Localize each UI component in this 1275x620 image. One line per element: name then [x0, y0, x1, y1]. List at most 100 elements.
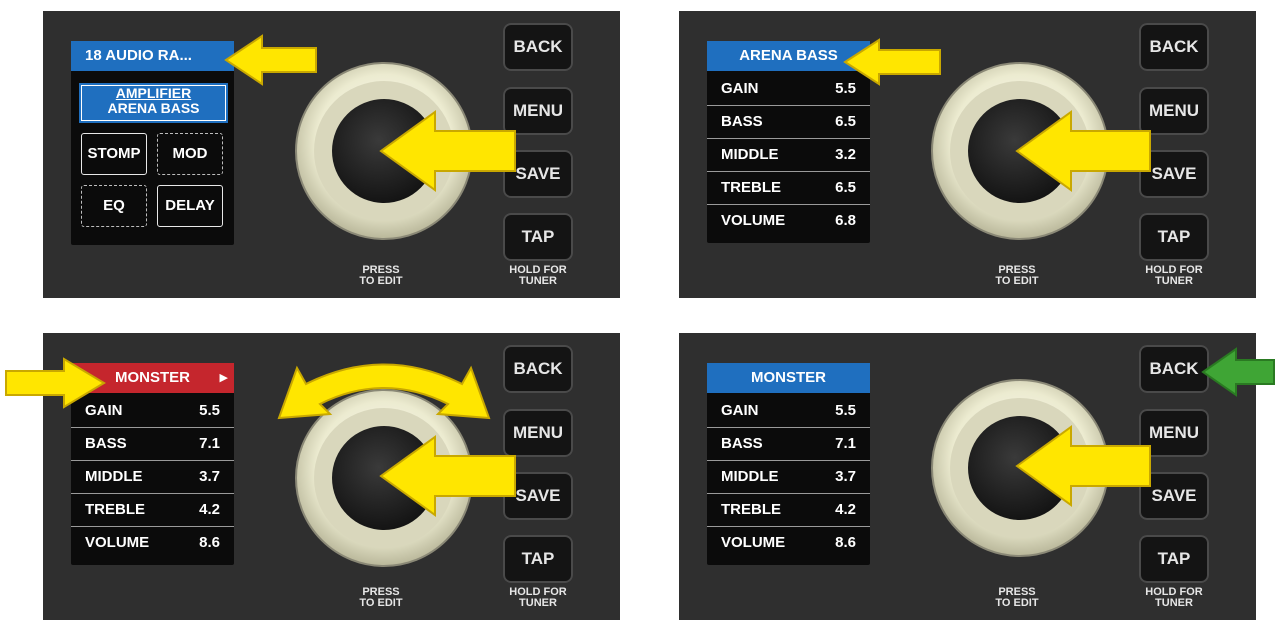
hold-for-tuner-caption: HOLD FOR TUNER — [1134, 265, 1214, 287]
param-name: TREBLE — [85, 501, 145, 518]
param-row[interactable]: TREBLE 4.2 — [71, 494, 234, 527]
save-button[interactable]: SAVE — [503, 150, 573, 198]
param-name: GAIN — [721, 402, 759, 419]
param-name: GAIN — [721, 80, 759, 97]
param-name: VOLUME — [85, 534, 150, 551]
param-value: 6.5 — [835, 179, 856, 196]
display-screen: MONSTER ▶ GAIN 5.5 BASS 7.1 MIDDLE 3.7 TREB… — [71, 363, 234, 565]
preset-title[interactable]: 18 AUDIO RA... — [71, 41, 234, 71]
param-name: VOLUME — [721, 212, 786, 229]
amp-panel-model-select-view: MONSTER ▶ GAIN 5.5 BASS 7.1 MIDDLE 3.7 TREB… — [43, 333, 620, 620]
press-to-edit-caption: PRESS TO EDIT — [326, 587, 436, 609]
amplifier-model-label: ARENA BASS — [107, 100, 200, 116]
display-screen: 18 AUDIO RA... AMPLIFIER ARENA BASS STOM… — [71, 41, 234, 245]
param-name: MIDDLE — [85, 468, 143, 485]
param-value: 8.6 — [199, 534, 220, 551]
param-value: 4.2 — [835, 501, 856, 518]
caption-line: TUNER — [519, 275, 557, 287]
param-name: TREBLE — [721, 501, 781, 518]
param-list: GAIN 5.5 BASS 6.5 MIDDLE 3.2 TREBLE 6.5 VOLU… — [707, 71, 870, 243]
param-row[interactable]: GAIN 5.5 — [707, 73, 870, 106]
stomp-button[interactable]: STOMP — [81, 133, 147, 175]
param-value: 3.2 — [835, 146, 856, 163]
hold-for-tuner-caption: HOLD FOR TUNER — [1134, 587, 1214, 609]
hold-for-tuner-caption: HOLD FOR TUNER — [498, 265, 578, 287]
param-row[interactable]: BASS 6.5 — [707, 106, 870, 139]
param-name: BASS — [721, 113, 763, 130]
amp-title[interactable]: ARENA BASS — [707, 41, 870, 71]
model-title[interactable]: MONSTER — [707, 363, 870, 393]
param-value: 8.6 — [835, 534, 856, 551]
encoder-knob[interactable] — [295, 389, 473, 567]
model-title-text: MONSTER — [115, 369, 190, 386]
back-button[interactable]: BACK — [503, 345, 573, 393]
play-indicator-icon: ▶ — [219, 372, 228, 384]
menu-button[interactable]: MENU — [503, 409, 573, 457]
mod-button[interactable]: MOD — [157, 133, 223, 175]
save-button[interactable]: SAVE — [503, 472, 573, 520]
eq-button[interactable]: EQ — [81, 185, 147, 227]
menu-button[interactable]: MENU — [1139, 409, 1209, 457]
param-name: MIDDLE — [721, 146, 779, 163]
param-row[interactable]: GAIN 5.5 — [707, 395, 870, 428]
param-value: 6.8 — [835, 212, 856, 229]
model-title[interactable]: MONSTER ▶ — [71, 363, 234, 393]
caption-line: TO EDIT — [359, 275, 403, 287]
caption-line: TUNER — [1155, 597, 1193, 609]
encoder-knob[interactable] — [931, 62, 1109, 240]
param-value: 5.5 — [199, 402, 220, 419]
press-to-edit-caption: PRESS TO EDIT — [962, 587, 1072, 609]
back-button[interactable]: BACK — [1139, 345, 1209, 393]
param-row[interactable]: VOLUME 8.6 — [707, 527, 870, 559]
param-row[interactable]: MIDDLE 3.7 — [707, 461, 870, 494]
param-row[interactable]: VOLUME 8.6 — [71, 527, 234, 559]
param-value: 5.5 — [835, 80, 856, 97]
param-value: 4.2 — [199, 501, 220, 518]
encoder-knob[interactable] — [295, 62, 473, 240]
display-screen: MONSTER GAIN 5.5 BASS 7.1 MIDDLE 3.7 TREBLE… — [707, 363, 870, 565]
back-button[interactable]: BACK — [1139, 23, 1209, 71]
caption-line: TUNER — [519, 597, 557, 609]
amp-panel-saved-view: MONSTER GAIN 5.5 BASS 7.1 MIDDLE 3.7 TREBLE… — [679, 333, 1256, 620]
param-value: 5.5 — [835, 402, 856, 419]
param-row[interactable]: BASS 7.1 — [707, 428, 870, 461]
menu-button[interactable]: MENU — [503, 87, 573, 135]
tap-button[interactable]: TAP — [1139, 213, 1209, 261]
param-row[interactable]: TREBLE 4.2 — [707, 494, 870, 527]
delay-button[interactable]: DELAY — [157, 185, 223, 227]
display-screen: ARENA BASS GAIN 5.5 BASS 6.5 MIDDLE 3.2 TRE… — [707, 41, 870, 243]
caption-line: TO EDIT — [359, 597, 403, 609]
param-list: GAIN 5.5 BASS 7.1 MIDDLE 3.7 TREBLE 4.2 VOLU… — [71, 393, 234, 565]
caption-line: TO EDIT — [995, 275, 1039, 287]
encoder-knob[interactable] — [931, 379, 1109, 557]
save-button[interactable]: SAVE — [1139, 150, 1209, 198]
tap-button[interactable]: TAP — [503, 535, 573, 583]
param-name: VOLUME — [721, 534, 786, 551]
param-name: TREBLE — [721, 179, 781, 196]
press-to-edit-caption: PRESS TO EDIT — [326, 265, 436, 287]
amp-panel-preset-view: 18 AUDIO RA... AMPLIFIER ARENA BASS STOM… — [43, 11, 620, 298]
param-name: BASS — [85, 435, 127, 452]
param-name: BASS — [721, 435, 763, 452]
param-row[interactable]: BASS 7.1 — [71, 428, 234, 461]
param-value: 6.5 — [835, 113, 856, 130]
param-row[interactable]: MIDDLE 3.2 — [707, 139, 870, 172]
amp-panel-amplifier-view: ARENA BASS GAIN 5.5 BASS 6.5 MIDDLE 3.2 TRE… — [679, 11, 1256, 298]
param-row[interactable]: TREBLE 6.5 — [707, 172, 870, 205]
param-name: MIDDLE — [721, 468, 779, 485]
tap-button[interactable]: TAP — [503, 213, 573, 261]
save-button[interactable]: SAVE — [1139, 472, 1209, 520]
tap-button[interactable]: TAP — [1139, 535, 1209, 583]
back-button[interactable]: BACK — [503, 23, 573, 71]
menu-button[interactable]: MENU — [1139, 87, 1209, 135]
press-to-edit-caption: PRESS TO EDIT — [962, 265, 1072, 287]
param-name: GAIN — [85, 402, 123, 419]
amplifier-button[interactable]: AMPLIFIER ARENA BASS — [81, 85, 226, 121]
param-row[interactable]: VOLUME 6.8 — [707, 205, 870, 237]
caption-line: TUNER — [1155, 275, 1193, 287]
param-value: 3.7 — [199, 468, 220, 485]
caption-line: TO EDIT — [995, 597, 1039, 609]
param-row[interactable]: GAIN 5.5 — [71, 395, 234, 428]
effects-grid: STOMP MOD EQ DELAY — [81, 133, 234, 227]
param-row[interactable]: MIDDLE 3.7 — [71, 461, 234, 494]
